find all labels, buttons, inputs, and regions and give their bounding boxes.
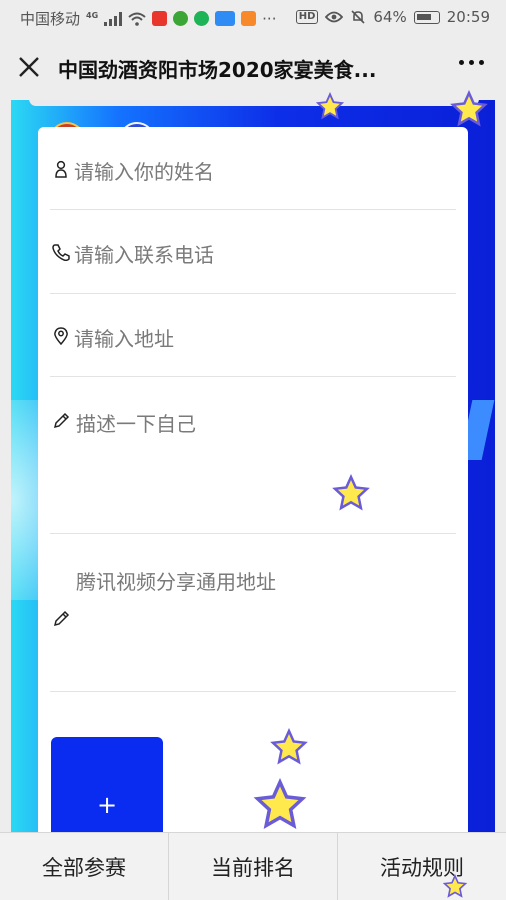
- poster-frame: [29, 100, 479, 106]
- battery-percent: 64%: [373, 8, 407, 26]
- more-options-icon[interactable]: [459, 60, 484, 65]
- battery-icon: [413, 10, 440, 24]
- pencil-icon: [53, 412, 70, 429]
- pencil-icon: [53, 610, 70, 627]
- app-notification-icon: [215, 11, 236, 26]
- eye-icon: [325, 11, 344, 23]
- add-photo-button[interactable]: +: [51, 737, 163, 847]
- star-decoration-icon: [332, 474, 370, 511]
- plus-icon: +: [96, 791, 118, 819]
- carrier-label: 中国移动: [20, 10, 81, 28]
- mute-bell-icon: [351, 10, 365, 24]
- page-title: 中国劲酒资阳市场2020家宴美食...: [58, 58, 377, 82]
- name-input-placeholder: 请输入你的姓名: [74, 160, 214, 184]
- activity-rules-button[interactable]: 活动规则: [338, 833, 506, 900]
- phone-input-placeholder: 请输入联系电话: [74, 243, 214, 267]
- star-decoration-icon: [315, 92, 345, 120]
- location-pin-icon: [54, 327, 68, 345]
- video-url-field[interactable]: 腾讯视频分享通用地址: [50, 534, 456, 692]
- signup-form-card: 请输入你的姓名 请输入联系电话 请输入地址 描述一下自己 腾讯视频分享通用地址 …: [38, 127, 468, 847]
- network-type-label: 4G: [86, 11, 99, 20]
- close-icon[interactable]: [14, 52, 44, 82]
- video-url-placeholder: 腾讯视频分享通用地址: [76, 570, 276, 594]
- person-icon: [55, 160, 67, 178]
- clock: 20:59: [446, 8, 490, 26]
- star-decoration-icon: [253, 778, 307, 830]
- all-entries-button[interactable]: 全部参赛: [0, 833, 169, 900]
- more-notifications-label: ···: [262, 9, 277, 28]
- phone-field[interactable]: 请输入联系电话: [50, 210, 456, 294]
- bottom-nav: 全部参赛 当前排名 活动规则: [0, 832, 506, 900]
- star-decoration-icon: [270, 728, 308, 765]
- hd-badge: HD: [295, 10, 319, 24]
- star-decoration-icon: [450, 90, 488, 127]
- description-textarea-placeholder: 描述一下自己: [76, 412, 196, 436]
- current-ranking-button[interactable]: 当前排名: [169, 833, 338, 900]
- self-description-field[interactable]: 描述一下自己: [50, 377, 456, 534]
- app-notification-icon: [152, 11, 168, 26]
- app-notification-icon: [194, 11, 210, 26]
- status-bar: 中国移动 4G ··· HD 64% 20:59: [0, 0, 506, 34]
- signal-icon: [104, 11, 123, 26]
- title-bar: 中国劲酒资阳市场2020家宴美食...: [0, 34, 506, 100]
- name-field[interactable]: 请输入你的姓名: [50, 127, 456, 210]
- wifi-icon: [128, 12, 146, 26]
- app-notification-icon: [173, 11, 189, 26]
- app-notification-icon: [241, 11, 257, 26]
- phone-icon: [52, 244, 70, 261]
- address-input-placeholder: 请输入地址: [74, 327, 174, 351]
- star-decoration-icon: [442, 874, 468, 898]
- address-field[interactable]: 请输入地址: [50, 294, 456, 377]
